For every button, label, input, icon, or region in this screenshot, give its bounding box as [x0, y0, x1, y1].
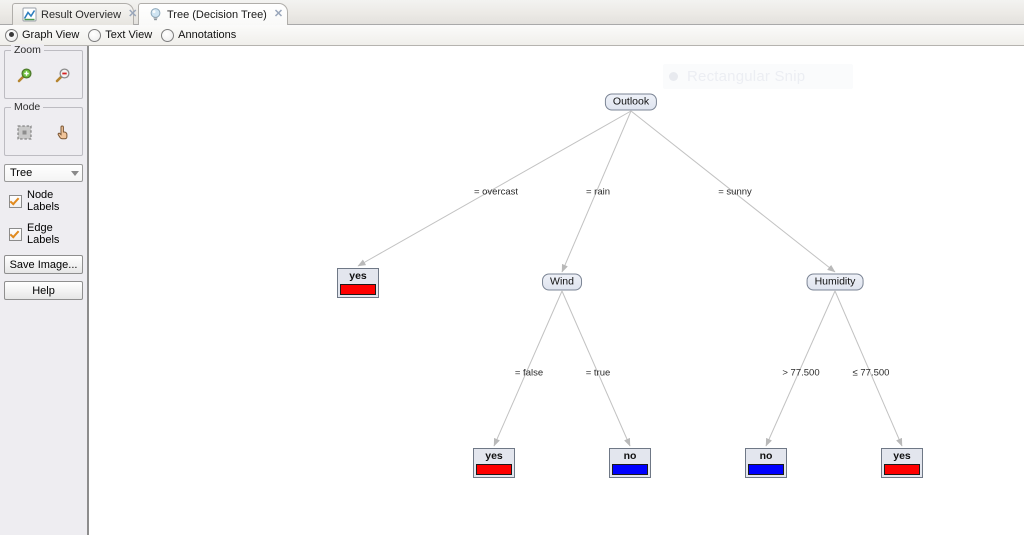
checkmark-icon: [9, 227, 22, 241]
leaf-distribution-bar: [476, 464, 512, 475]
close-icon[interactable]: ✕: [274, 9, 283, 20]
tree-leaf-no2[interactable]: no: [745, 448, 787, 478]
tree-node-wind[interactable]: Wind: [542, 273, 582, 291]
radio-text-view[interactable]: Text View: [88, 28, 153, 42]
edge-label: = false: [514, 367, 544, 379]
leaf-label: yes: [883, 450, 921, 463]
tab-bar: Result Overview ✕ Tree (Decision Tree) ✕: [0, 0, 1024, 25]
edge-label: = sunny: [718, 186, 752, 198]
tab-tree-decision-tree[interactable]: Tree (Decision Tree) ✕: [138, 3, 288, 25]
graph-controls-panel: Zoom Mode Tree Node Labels Edge Labels S…: [0, 44, 89, 535]
radio-annotations[interactable]: Annotations: [161, 28, 237, 42]
tree-leaf-yes1[interactable]: yes: [337, 268, 379, 298]
radio-graph-view[interactable]: Graph View: [5, 28, 80, 42]
zoom-in-icon[interactable]: [15, 66, 34, 88]
selection-box-icon[interactable]: [16, 124, 33, 144]
radio-indicator-icon: [161, 28, 175, 42]
tab-label: Tree (Decision Tree): [167, 8, 267, 21]
leaf-label: no: [747, 450, 785, 463]
tree-leaf-yes2[interactable]: yes: [473, 448, 515, 478]
radio-label: Text View: [105, 29, 153, 41]
mode-group: Mode: [4, 101, 83, 156]
leaf-distribution-bar: [884, 464, 920, 475]
leaf-label: no: [611, 450, 649, 463]
checkbox-label: Edge Labels: [27, 222, 60, 246]
zoom-out-icon[interactable]: [53, 66, 72, 88]
radio-label: Annotations: [178, 29, 237, 41]
tree-leaf-no1[interactable]: no: [609, 448, 651, 478]
checkbox-node-labels[interactable]: Node Labels: [4, 189, 83, 213]
lightbulb-icon: [148, 7, 163, 22]
graph-canvas[interactable]: Rectangular Snip Outlook yes Wind Humidity y…: [91, 46, 1024, 535]
edge-label: > 77.500: [782, 367, 820, 379]
layout-select[interactable]: Tree: [4, 164, 83, 182]
tree-node-humidity[interactable]: Humidity: [806, 273, 864, 291]
edge-label: ≤ 77.500: [852, 367, 890, 379]
leaf-distribution-bar: [612, 464, 648, 475]
leaf-label: yes: [339, 270, 377, 283]
edge-label: = rain: [585, 186, 611, 198]
radio-label: Graph View: [22, 29, 80, 41]
close-icon[interactable]: ✕: [128, 9, 137, 20]
leaf-distribution-bar: [340, 284, 376, 295]
edge-label: = true: [585, 367, 611, 379]
view-mode-toolbar: Graph View Text View Annotations: [0, 25, 1024, 46]
checkbox-edge-labels[interactable]: Edge Labels: [4, 222, 83, 246]
edge-label: = overcast: [473, 186, 519, 198]
zoom-group: Zoom: [4, 44, 83, 99]
save-image-button[interactable]: Save Image...: [4, 255, 83, 274]
help-button[interactable]: Help: [4, 281, 83, 300]
tree-node-outlook[interactable]: Outlook: [604, 93, 658, 111]
leaf-label: yes: [475, 450, 513, 463]
tree-leaf-yes3[interactable]: yes: [881, 448, 923, 478]
mode-group-title: Mode: [11, 101, 44, 113]
chevron-down-icon: [71, 170, 79, 176]
checkbox-label: Node Labels: [27, 189, 60, 213]
layout-select-value: Tree: [10, 167, 33, 179]
radio-indicator-icon: [5, 28, 18, 42]
leaf-distribution-bar: [748, 464, 784, 475]
tab-result-overview[interactable]: Result Overview ✕: [12, 3, 137, 25]
hand-pointer-icon[interactable]: [54, 124, 71, 144]
chart-icon: [22, 7, 37, 22]
checkmark-icon: [9, 194, 22, 208]
tab-label: Result Overview: [41, 8, 122, 21]
zoom-group-title: Zoom: [11, 44, 44, 56]
radio-indicator-icon: [88, 28, 102, 42]
